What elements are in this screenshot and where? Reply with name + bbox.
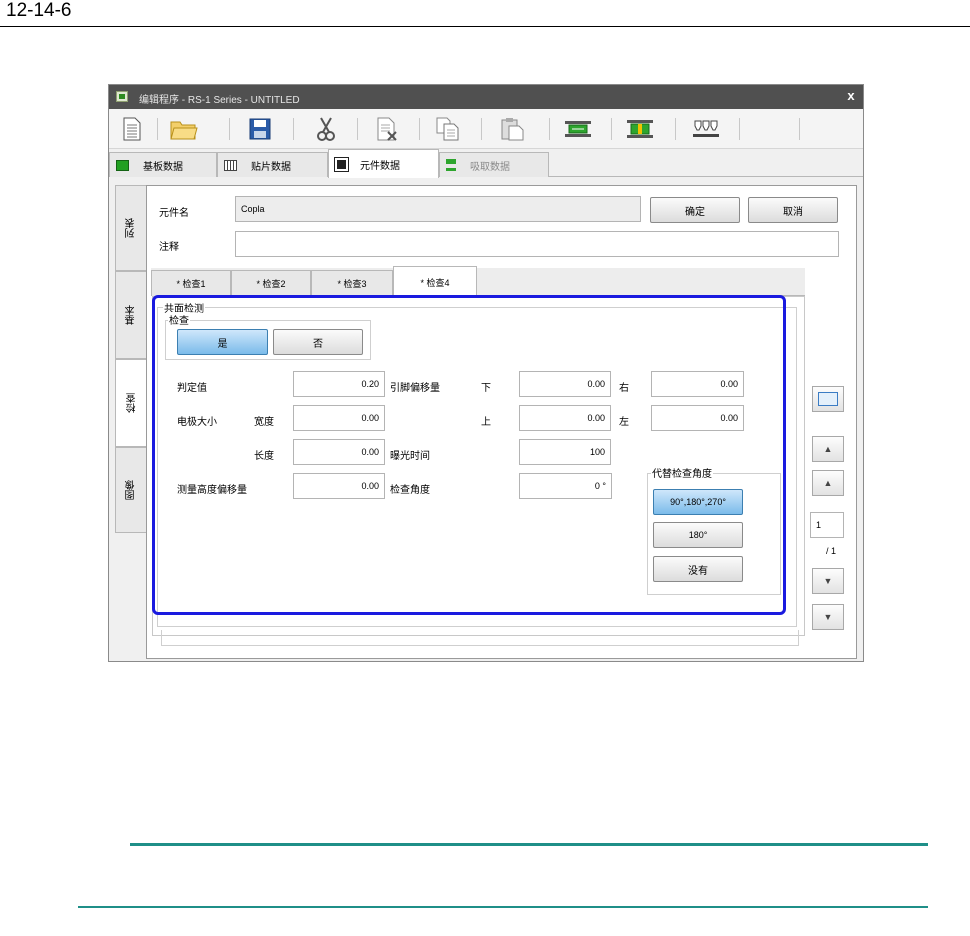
pickup-data-icon (446, 159, 456, 171)
teal-rule-bottom (78, 906, 928, 908)
panel-bottom-frame (161, 630, 799, 646)
copy-icon[interactable] (433, 114, 463, 144)
board-data-icon (116, 159, 129, 171)
title-bar: 编辑程序 - RS-1 Series - UNTITLED x (109, 85, 863, 109)
tab-pickup-data[interactable]: 吸取数据 (439, 152, 549, 177)
tab-board-data[interactable]: 基板数据 (109, 152, 217, 177)
next-page-button[interactable]: ▼ (812, 568, 844, 594)
comment-label: 注释 (159, 242, 179, 253)
placement-data-icon (224, 159, 237, 171)
highlight-frame (152, 295, 786, 615)
inspection-tab-bar: * 检查1 * 检查2 * 检查3 * 检查4 (151, 266, 805, 297)
cut-icon[interactable] (311, 114, 341, 144)
tab-inspect-1[interactable]: * 检查1 (151, 270, 231, 296)
new-document-icon[interactable] (117, 114, 147, 144)
side-tab-basic[interactable]: 基本 (115, 271, 147, 359)
first-page-icon: ▲ (823, 444, 833, 454)
side-tab-bar: 列表 基本 检查 图像 (115, 185, 149, 535)
board-icon[interactable] (563, 114, 593, 144)
paste-icon[interactable] (497, 114, 527, 144)
component-name-field[interactable]: Copla (235, 196, 641, 222)
window-title: 编辑程序 - RS-1 Series - UNTITLED (139, 95, 300, 106)
view-toggle-button[interactable] (812, 386, 844, 412)
delete-icon[interactable] (373, 114, 403, 144)
close-button[interactable]: x (843, 88, 859, 104)
prev-page-button[interactable]: ▲ (812, 470, 844, 496)
main-tab-bar: 基板数据 贴片数据 元件数据 吸取数据 (109, 149, 863, 178)
tab-inspect-3[interactable]: * 检查3 (311, 270, 393, 296)
ok-button[interactable]: 确定 (650, 197, 740, 223)
page-total: / 1 (826, 546, 837, 556)
component-name-label: 元件名 (159, 208, 189, 219)
tab-inspect-2[interactable]: * 检查2 (231, 270, 311, 296)
toolbar (109, 109, 863, 149)
side-tab-image[interactable]: 图像 (115, 447, 147, 533)
page-number: 12-14-6 (6, 0, 72, 21)
prev-page-icon: ▲ (823, 478, 833, 488)
comment-field[interactable] (235, 231, 839, 257)
component-data-icon (337, 159, 346, 169)
teal-rule-top (130, 843, 928, 846)
component-icon[interactable] (625, 114, 655, 144)
last-page-button[interactable]: ▼ (812, 604, 844, 630)
side-tab-inspect[interactable]: 检查 (115, 359, 149, 447)
tab-component-data[interactable]: 元件数据 (328, 149, 439, 178)
tab-placement-data[interactable]: 贴片数据 (217, 152, 328, 177)
side-tab-list[interactable]: 列表 (115, 185, 147, 271)
app-icon (116, 91, 128, 102)
page-input[interactable]: 1 (810, 512, 844, 538)
next-page-icon: ▼ (823, 576, 833, 586)
first-page-button[interactable]: ▲ (812, 436, 844, 462)
last-page-icon: ▼ (823, 612, 833, 622)
tab-inspect-4[interactable]: * 检查4 (393, 266, 477, 297)
nozzle-icon[interactable] (691, 114, 721, 144)
open-folder-icon[interactable] (169, 114, 199, 144)
save-icon[interactable] (245, 114, 275, 144)
view-grid-icon (818, 392, 838, 406)
cancel-button[interactable]: 取消 (748, 197, 838, 223)
header-rule (0, 26, 970, 27)
